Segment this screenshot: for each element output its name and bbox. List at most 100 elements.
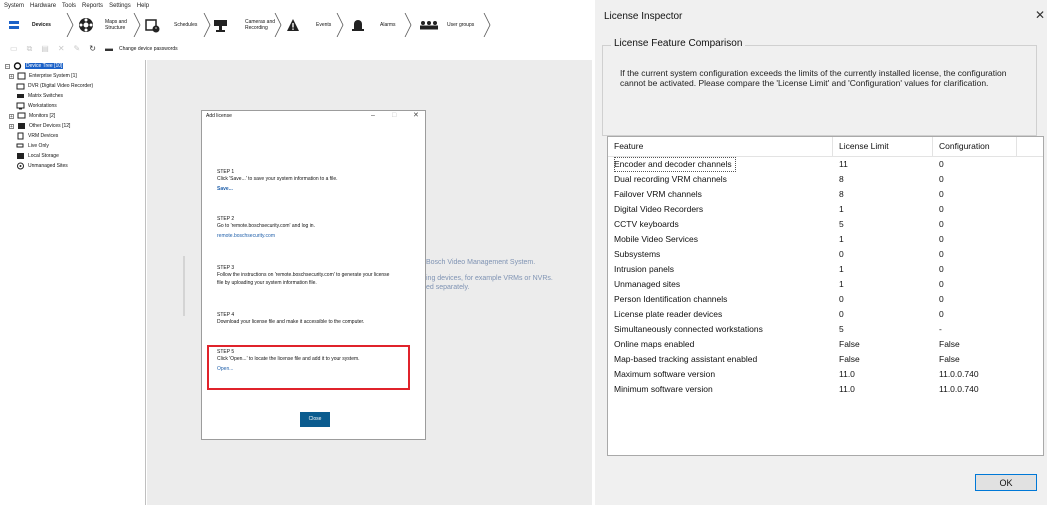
tree-root[interactable]: − Device Tree [10] — [5, 61, 64, 71]
user-groups-icon — [420, 21, 438, 30]
tree-item-monitors[interactable]: + Monitors [2] — [9, 111, 55, 121]
expand-icon[interactable]: + — [9, 123, 14, 129]
step-text: Go to 'remote.boschsecurity.com' and log… — [217, 223, 315, 229]
key-icon[interactable]: ▬ — [105, 42, 113, 56]
table-row[interactable]: Maximum software version 11.0 11.0.0.740 — [608, 367, 1043, 382]
column-header-license-limit[interactable]: License Limit — [833, 137, 933, 156]
tree-item-workstations[interactable]: Workstations — [16, 101, 57, 111]
add-icon[interactable]: ▭ — [10, 42, 18, 56]
tab-maps-and-structure[interactable]: Maps and Structure — [78, 12, 127, 38]
expand-icon[interactable]: + — [9, 73, 14, 79]
tab-schedules-label: Schedules — [174, 22, 198, 28]
remote-portal-link[interactable]: remote.boschsecurity.com — [217, 233, 417, 240]
tab-schedules[interactable]: Schedules — [145, 12, 197, 38]
tree-item-label: Unmanaged Sites — [28, 163, 68, 169]
table-row[interactable]: CCTV keyboards 5 0 — [608, 217, 1043, 232]
cell-feature: Digital Video Recorders — [614, 204, 704, 214]
ok-button[interactable]: OK — [975, 474, 1037, 491]
camera-icon — [214, 20, 227, 32]
table-row[interactable]: Online maps enabled False False — [608, 337, 1043, 352]
tab-devices[interactable]: Devices — [8, 12, 51, 38]
device-tree: − Device Tree [10] + Enterprise System [… — [3, 60, 146, 505]
tab-alarms[interactable]: Alarms — [352, 12, 396, 38]
tab-events-label: Events — [316, 22, 332, 28]
cell-license-limit: 8 — [839, 189, 844, 199]
menu-system[interactable]: System — [4, 0, 24, 12]
close-button[interactable]: Close — [300, 412, 330, 427]
copy-icon[interactable]: ⧉ — [27, 42, 33, 56]
tree-item-enterprise[interactable]: + Enterprise System [1] — [9, 71, 77, 81]
column-header-configuration[interactable]: Configuration — [933, 137, 1017, 156]
tree-item-local-storage[interactable]: Local Storage — [16, 151, 59, 161]
vrm-icon — [17, 132, 24, 140]
menu-reports[interactable]: Reports — [82, 0, 103, 12]
table-row[interactable]: License plate reader devices 0 0 — [608, 307, 1043, 322]
cell-feature: Encoder and decoder channels — [614, 157, 736, 172]
expand-icon[interactable]: + — [9, 113, 14, 119]
tab-alarms-label: Alarms — [380, 22, 396, 28]
refresh-icon[interactable]: ↻ — [89, 42, 96, 56]
table-row[interactable]: Dual recording VRM channels 8 0 — [608, 172, 1043, 187]
step-5: STEP 5 Click 'Open...' to locate the lic… — [217, 349, 417, 373]
cell-license-limit: 1 — [839, 234, 844, 244]
chevron-separator-icon — [336, 13, 344, 37]
dvr-icon — [16, 83, 25, 90]
tree-item-vrm[interactable]: VRM Devices — [16, 131, 58, 141]
tab-user-groups[interactable]: User groups — [419, 12, 474, 38]
change-device-passwords-button[interactable]: Change device passwords — [119, 46, 178, 52]
table-row[interactable]: Encoder and decoder channels 11 0 — [608, 157, 1043, 172]
table-row[interactable]: Person Identification channels 0 0 — [608, 292, 1043, 307]
cell-configuration: 0 — [939, 234, 944, 244]
background-text-line: Bosch Video Management System. — [426, 259, 536, 266]
maximize-icon: □ — [392, 112, 397, 119]
table-row[interactable]: Intrusion panels 1 0 — [608, 262, 1043, 277]
menu-hardware[interactable]: Hardware — [30, 0, 56, 12]
menu-help[interactable]: Help — [137, 0, 149, 12]
edit-icon[interactable]: ✎ — [74, 42, 81, 56]
tab-devices-label: Devices — [32, 22, 51, 28]
save-icon[interactable]: ▤ — [41, 42, 49, 56]
table-row[interactable]: Subsystems 0 0 — [608, 247, 1043, 262]
tab-cameras-and-recording[interactable]: Cameras and Recording — [213, 12, 275, 38]
tree-item-label: Local Storage — [28, 153, 59, 159]
table-row[interactable]: Digital Video Recorders 1 0 — [608, 202, 1043, 217]
tree-item-other-devices[interactable]: + Other Devices [12] — [9, 121, 70, 131]
menu-settings[interactable]: Settings — [109, 0, 131, 12]
column-header-feature[interactable]: Feature — [608, 137, 833, 156]
table-row[interactable]: Mobile Video Services 1 0 — [608, 232, 1043, 247]
save-link[interactable]: Save... — [217, 186, 417, 193]
chevron-separator-icon — [483, 13, 491, 37]
tree-item-label: Monitors [2] — [29, 113, 56, 119]
tree-item-unmanaged-sites[interactable]: Unmanaged Sites — [16, 161, 68, 171]
alarm-icon — [352, 20, 364, 31]
table-row[interactable]: Minimum software version 11.0 11.0.0.740 — [608, 382, 1043, 397]
background-text-line: ed separately. — [426, 284, 470, 291]
step-text: Download your license file and make it a… — [217, 319, 365, 325]
table-row[interactable]: Simultaneously connected workstations 5 - — [608, 322, 1043, 337]
tab-events[interactable]: Events — [286, 12, 331, 38]
cell-license-limit: 11.0 — [839, 369, 855, 379]
chevron-separator-icon — [133, 13, 141, 37]
cell-feature: Unmanaged sites — [614, 279, 681, 289]
table-row[interactable]: Map-based tracking assistant enabled Fals… — [608, 352, 1043, 367]
close-icon[interactable]: ✕ — [413, 111, 419, 121]
device-tree-icon — [13, 62, 22, 70]
minimize-icon[interactable]: – — [371, 111, 375, 121]
table-row[interactable]: Unmanaged sites 1 0 — [608, 277, 1043, 292]
cell-license-limit: 0 — [839, 249, 844, 259]
open-link[interactable]: Open... — [217, 366, 417, 373]
chevron-separator-icon — [274, 13, 282, 37]
tree-item-live-only[interactable]: Live Only — [16, 141, 49, 151]
table-row[interactable]: Failover VRM channels 8 0 — [608, 187, 1043, 202]
delete-icon[interactable]: ✕ — [58, 42, 65, 56]
tree-item-matrix[interactable]: Matrix Switches — [16, 91, 63, 101]
cell-feature: Map-based tracking assistant enabled — [614, 354, 758, 364]
tree-item-label: Enterprise System [1] — [29, 73, 77, 79]
license-inspector-window: License Inspector ✕ License Feature Comp… — [595, 0, 1047, 505]
collapse-icon[interactable]: − — [5, 63, 10, 69]
menu-tools[interactable]: Tools — [62, 0, 76, 12]
tree-item-dvr[interactable]: DVR (Digital Video Recorder) — [16, 81, 93, 91]
close-icon[interactable]: ✕ — [1035, 8, 1045, 22]
step-heading: STEP 3 — [217, 265, 235, 271]
cell-license-limit: False — [839, 354, 860, 364]
